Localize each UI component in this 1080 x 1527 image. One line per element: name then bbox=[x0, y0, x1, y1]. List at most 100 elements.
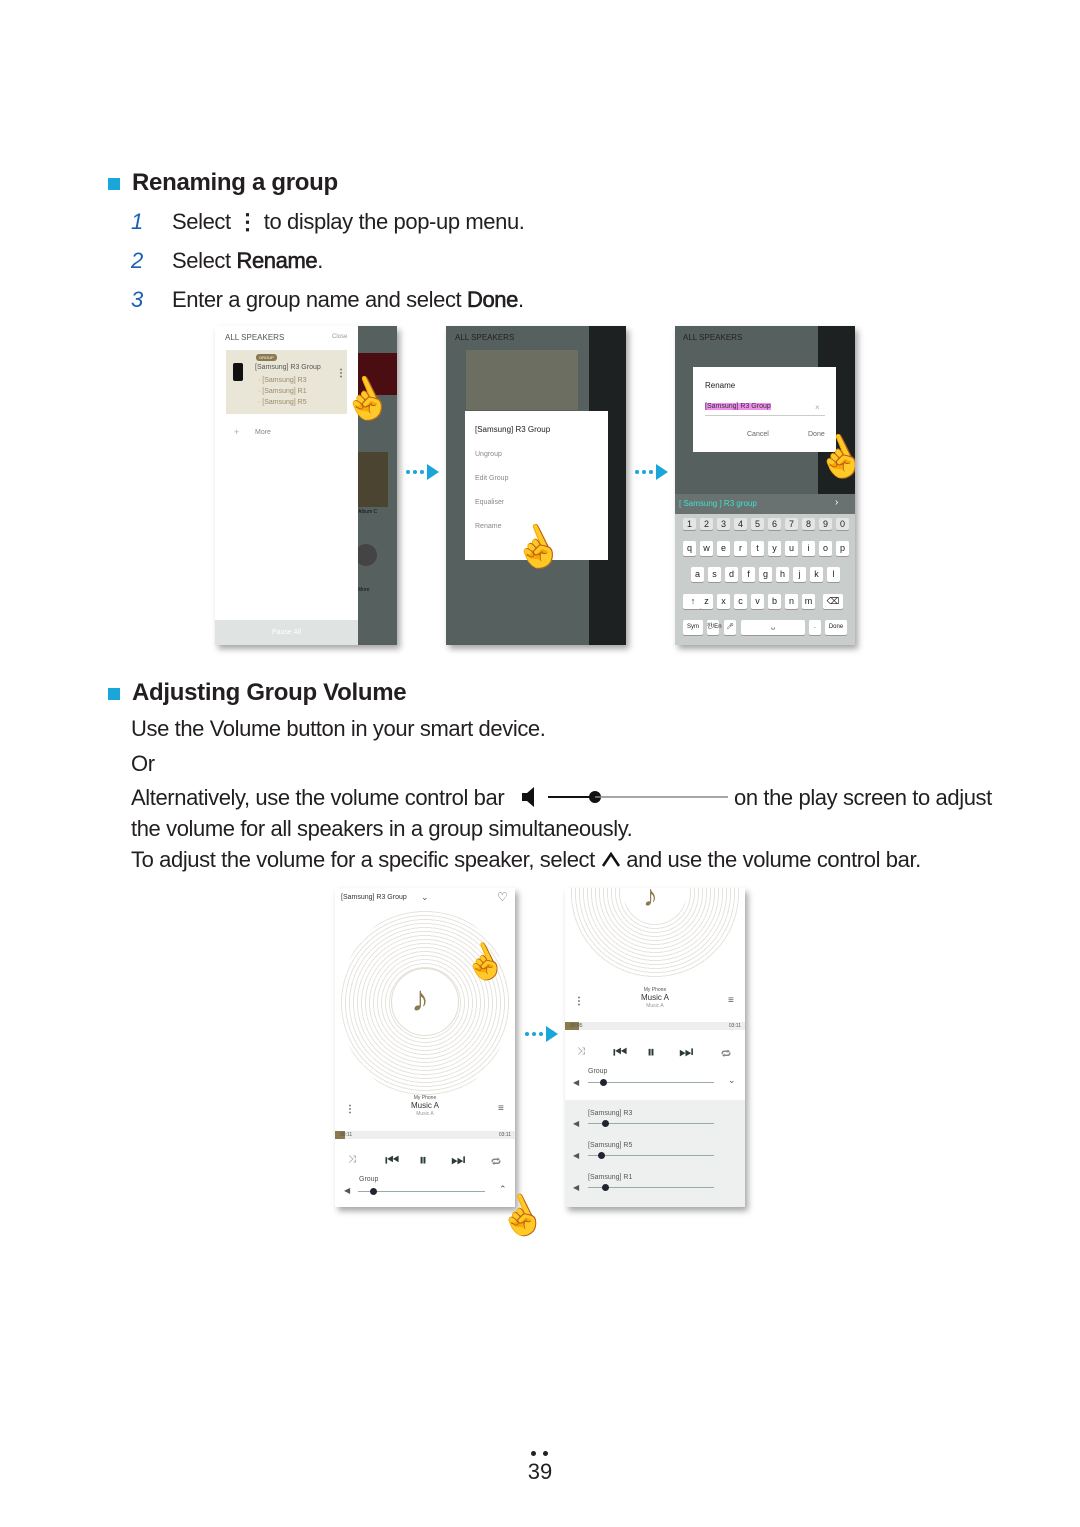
chevron-down-icon[interactable]: ⌄ bbox=[421, 892, 429, 903]
key-d[interactable]: d bbox=[725, 567, 738, 582]
screenshot-player: ♪ [Samsung] R3 Group ⌄ ♡ ☝ My Phone Music… bbox=[335, 888, 515, 1207]
key-l[interactable]: l bbox=[827, 567, 840, 582]
key-w[interactable]: w bbox=[700, 541, 713, 556]
more-options-icon[interactable]: ⋮ bbox=[345, 1104, 355, 1115]
cancel-button[interactable]: Cancel bbox=[747, 431, 769, 438]
key-k[interactable]: k bbox=[810, 567, 823, 582]
key-2[interactable]: 2 bbox=[700, 518, 713, 530]
more-options-icon[interactable]: ⋮ bbox=[574, 996, 584, 1007]
key-b[interactable]: b bbox=[768, 594, 781, 609]
key-punct[interactable]: . bbox=[809, 620, 821, 635]
key-lang[interactable]: 한/En bbox=[707, 620, 722, 635]
speaker-volume-slider[interactable] bbox=[588, 1120, 714, 1127]
chevron-down-icon[interactable]: ⌄ bbox=[728, 1075, 736, 1086]
progress-bar[interactable]: 00:11 03:11 bbox=[335, 1131, 515, 1139]
key-n[interactable]: n bbox=[785, 594, 798, 609]
key-8[interactable]: 8 bbox=[802, 518, 815, 530]
body-text: To adjust the volume for a specific spea… bbox=[131, 847, 921, 872]
key-mic[interactable]: 🎤︎ bbox=[724, 620, 736, 635]
key-9[interactable]: 9 bbox=[819, 518, 832, 530]
key-v[interactable]: v bbox=[751, 594, 764, 609]
group-item[interactable]: GROUP [Samsung] R3 Group · [Samsung] R3 ·… bbox=[226, 350, 347, 414]
key-⌫[interactable]: ⌫ bbox=[823, 594, 843, 609]
next-icon[interactable]: ⏭ bbox=[679, 1044, 693, 1062]
shuffle-icon[interactable]: ⤨ bbox=[348, 1154, 356, 1165]
speaker-volume-slider[interactable] bbox=[588, 1184, 714, 1191]
repeat-icon[interactable]: 🔁︎ bbox=[721, 1046, 731, 1061]
key-5[interactable]: 5 bbox=[751, 518, 764, 530]
speaker-icon bbox=[233, 363, 243, 381]
pause-icon[interactable]: ⏸ bbox=[647, 1044, 655, 1062]
chevron-up-icon[interactable]: ⌃ bbox=[499, 1184, 507, 1195]
key-f[interactable]: f bbox=[742, 567, 755, 582]
playlist-icon[interactable]: ≡ bbox=[498, 1103, 504, 1114]
pause-all-button[interactable]: Pause All bbox=[215, 620, 358, 645]
previous-icon[interactable]: ⏮ bbox=[385, 1152, 399, 1170]
key-6[interactable]: 6 bbox=[768, 518, 781, 530]
menu-item-equaliser[interactable]: Equaliser bbox=[465, 499, 608, 506]
key-u[interactable]: u bbox=[785, 541, 798, 556]
arrow-right-icon bbox=[635, 464, 668, 480]
clear-icon[interactable]: × bbox=[815, 403, 820, 412]
key-p[interactable]: p bbox=[836, 541, 849, 556]
section-heading-volume: Adjusting Group Volume bbox=[108, 679, 407, 707]
key-space[interactable]: ␣ bbox=[741, 620, 805, 635]
key-i[interactable]: i bbox=[802, 541, 815, 556]
key-7[interactable]: 7 bbox=[785, 518, 798, 530]
album-label: Album C bbox=[358, 509, 378, 515]
key-e[interactable]: e bbox=[717, 541, 730, 556]
group-name-input[interactable]: [Samsung] R3 Group bbox=[705, 403, 771, 410]
volume-icon: ◀ bbox=[573, 1119, 580, 1128]
key-y[interactable]: y bbox=[768, 541, 781, 556]
key-t[interactable]: t bbox=[751, 541, 764, 556]
playlist-icon[interactable]: ≡ bbox=[728, 995, 734, 1006]
key-s[interactable]: s bbox=[708, 567, 721, 582]
key-q[interactable]: q bbox=[683, 541, 696, 556]
pause-icon[interactable]: ⏸ bbox=[419, 1152, 427, 1170]
more-options-icon: ⋮ bbox=[236, 209, 259, 234]
speaker-volume-slider[interactable] bbox=[588, 1152, 714, 1159]
add-icon: + bbox=[234, 427, 240, 437]
album-art[interactable] bbox=[358, 452, 388, 507]
key-a[interactable]: a bbox=[691, 567, 704, 582]
done-button[interactable]: Done bbox=[808, 431, 825, 438]
menu-item-ungroup[interactable]: Ungroup bbox=[465, 451, 608, 458]
group-volume-slider[interactable] bbox=[358, 1188, 485, 1195]
key-1[interactable]: 1 bbox=[683, 518, 696, 530]
key-3[interactable]: 3 bbox=[717, 518, 730, 530]
key-z[interactable]: z bbox=[700, 594, 713, 609]
repeat-icon[interactable]: 🔁︎ bbox=[491, 1154, 501, 1169]
key-o[interactable]: o bbox=[819, 541, 832, 556]
body-text: Alternatively, use the volume control ba… bbox=[131, 785, 505, 810]
menu-item-edit-group[interactable]: Edit Group bbox=[465, 475, 608, 482]
music-note-icon: ♪ bbox=[643, 888, 658, 913]
volume-icon: ◀ bbox=[573, 1151, 580, 1160]
key-m[interactable]: m bbox=[802, 594, 815, 609]
volume-icon: ◀ bbox=[344, 1186, 351, 1195]
close-button[interactable]: Close bbox=[332, 334, 347, 340]
progress-bar[interactable]: 00:05 03:11 bbox=[565, 1022, 745, 1030]
more-label: More bbox=[358, 587, 370, 593]
key-sym[interactable]: Sym bbox=[683, 620, 703, 635]
key-j[interactable]: j bbox=[793, 567, 806, 582]
suggestion-bar: [ Samsung ] R3 group bbox=[679, 499, 757, 508]
key-r[interactable]: r bbox=[734, 541, 747, 556]
add-circle-icon[interactable] bbox=[355, 544, 377, 566]
key-g[interactable]: g bbox=[759, 567, 772, 582]
key-4[interactable]: 4 bbox=[734, 518, 747, 530]
heart-icon[interactable]: ♡ bbox=[497, 890, 508, 904]
more-options-icon[interactable]: ⋮ bbox=[336, 368, 346, 379]
volume-icon: ◀ bbox=[573, 1078, 580, 1087]
chevron-right-icon: › bbox=[835, 497, 839, 508]
shuffle-icon[interactable]: ⤨ bbox=[577, 1046, 585, 1057]
more-button[interactable]: More bbox=[255, 429, 271, 436]
next-icon[interactable]: ⏭ bbox=[451, 1152, 465, 1170]
key-h[interactable]: h bbox=[776, 567, 789, 582]
key-done_key[interactable]: Done bbox=[825, 620, 847, 635]
previous-icon[interactable]: ⏮ bbox=[613, 1044, 627, 1062]
group-volume-slider[interactable] bbox=[588, 1079, 714, 1086]
heading-text: Renaming a group bbox=[132, 169, 338, 196]
key-0[interactable]: 0 bbox=[836, 518, 849, 530]
key-c[interactable]: c bbox=[734, 594, 747, 609]
key-x[interactable]: x bbox=[717, 594, 730, 609]
